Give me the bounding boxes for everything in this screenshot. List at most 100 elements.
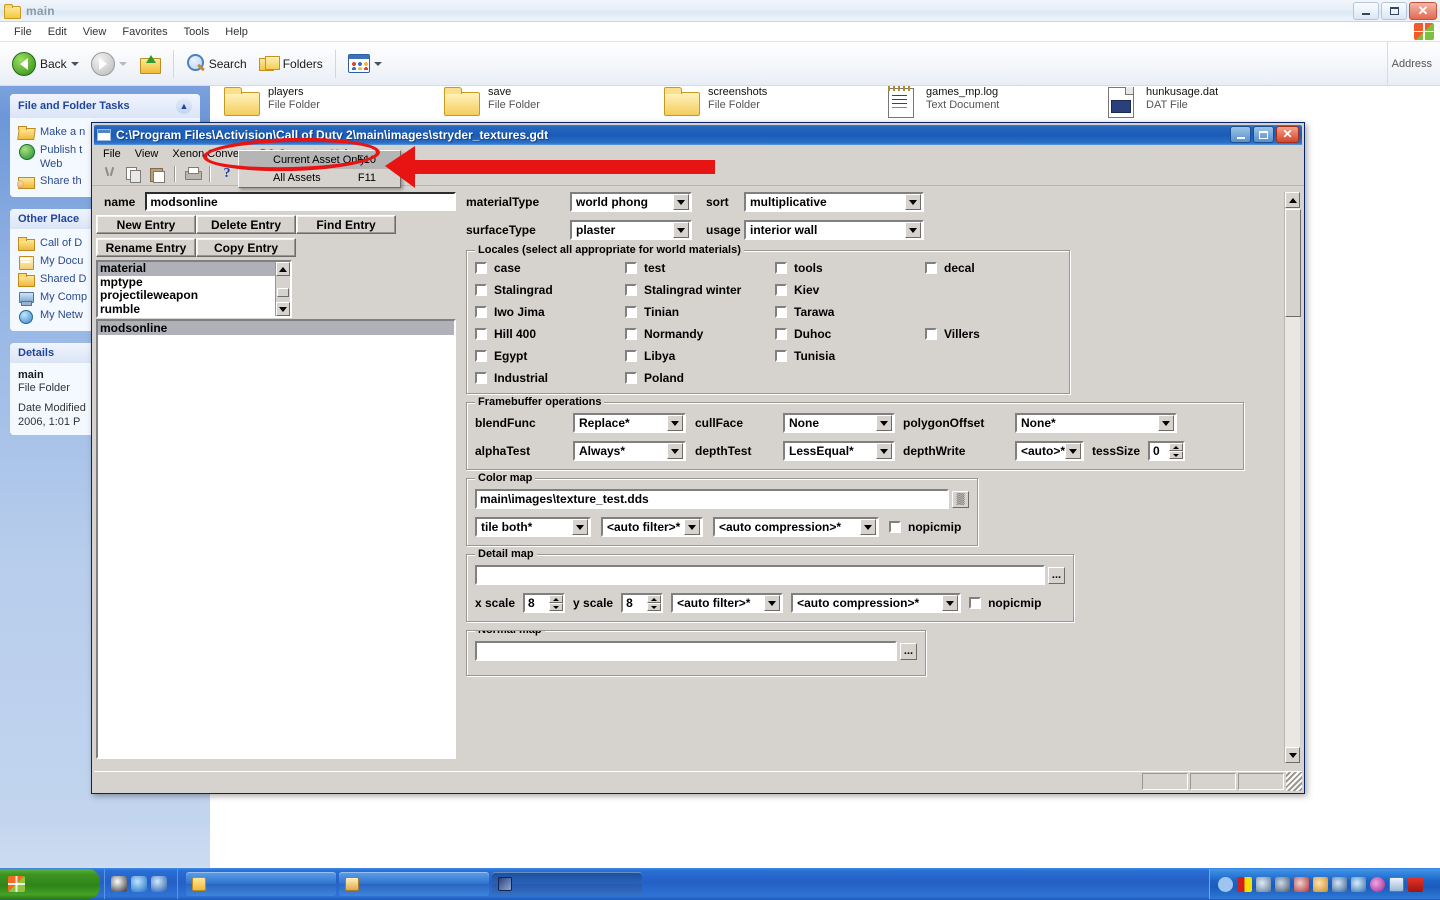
locale-checkbox-iwo-jima[interactable]: Iwo Jima xyxy=(475,305,625,319)
chevron-down-icon[interactable] xyxy=(942,595,959,611)
taskbar-button-paint[interactable] xyxy=(339,872,489,896)
locale-checkbox-tinian[interactable]: Tinian xyxy=(625,305,775,319)
spinner-down-icon[interactable] xyxy=(647,603,662,611)
locale-checkbox-decal[interactable]: decal xyxy=(925,261,1075,275)
locale-checkbox-tunisia[interactable]: Tunisia xyxy=(775,349,925,363)
scroll-down-button[interactable] xyxy=(1285,747,1300,763)
browser-icon[interactable] xyxy=(151,876,167,892)
normal-map-path-input[interactable] xyxy=(475,641,897,661)
chevron-down-icon[interactable] xyxy=(1158,415,1174,431)
color-map-path-input[interactable]: main\images\texture_test.dds xyxy=(475,489,949,509)
chevron-down-icon[interactable] xyxy=(673,194,689,210)
device-x-icon[interactable] xyxy=(1294,876,1309,892)
list-item[interactable]: projectileweapon xyxy=(98,288,290,303)
entry-type-listbox[interactable]: material mptype projectileweapon rumble xyxy=(96,260,292,318)
menu-favorites[interactable]: Favorites xyxy=(114,24,175,40)
chevron-down-icon[interactable] xyxy=(905,194,921,210)
checkbox-icon[interactable] xyxy=(625,328,637,340)
locale-checkbox-poland[interactable]: Poland xyxy=(625,371,775,385)
network-icon[interactable] xyxy=(1256,876,1271,892)
listbox-scrollbar[interactable] xyxy=(275,262,290,316)
views-button[interactable] xyxy=(342,51,388,76)
forward-dropdown-icon[interactable] xyxy=(118,61,127,66)
file-item[interactable]: screenshots File Folder xyxy=(664,86,884,118)
chevron-down-icon[interactable] xyxy=(667,415,683,431)
tesssize-spinner[interactable]: 0 xyxy=(1148,441,1185,461)
panel-header[interactable]: File and Folder Tasks ▲ xyxy=(10,94,200,118)
cullface-combo[interactable]: None xyxy=(783,413,895,433)
checkbox-icon[interactable] xyxy=(625,372,637,384)
y-scale-spinner[interactable]: 8 xyxy=(621,593,664,613)
scroll-up-button[interactable] xyxy=(276,262,290,276)
checkbox-icon[interactable] xyxy=(889,521,901,533)
spinner-down-icon[interactable] xyxy=(1169,451,1183,459)
cut-button[interactable] xyxy=(98,164,120,184)
detail-map-filter-combo[interactable]: <auto filter>* xyxy=(671,593,784,613)
depthtest-combo[interactable]: LessEqual* xyxy=(783,441,895,461)
spinner-up-icon[interactable] xyxy=(647,595,662,603)
color-map-browse-button[interactable]: ▒ xyxy=(952,490,969,508)
chevron-down-icon[interactable] xyxy=(667,443,683,459)
scroll-up-button[interactable] xyxy=(1285,192,1300,208)
locale-checkbox-tarawa[interactable]: Tarawa xyxy=(775,305,925,319)
locale-checkbox-tools[interactable]: tools xyxy=(775,261,925,275)
polygonoffset-combo[interactable]: None* xyxy=(1015,413,1177,433)
rename-entry-button[interactable]: Rename Entry xyxy=(96,238,196,257)
folders-button[interactable]: Folders xyxy=(253,52,329,75)
detail-map-browse-button[interactable]: ... xyxy=(1048,566,1065,584)
detail-map-path-input[interactable] xyxy=(475,565,1045,585)
list-item[interactable]: material xyxy=(98,262,290,276)
menu-view[interactable]: View xyxy=(75,24,115,40)
copy-button[interactable] xyxy=(122,164,144,184)
locale-checkbox-normandy[interactable]: Normandy xyxy=(625,327,775,341)
checkbox-icon[interactable] xyxy=(625,284,637,296)
materialtype-combo[interactable]: world phong xyxy=(570,192,692,212)
file-item[interactable]: hunkusage.dat DAT File xyxy=(1104,86,1324,118)
forward-button[interactable] xyxy=(85,49,133,79)
spinner-up-icon[interactable] xyxy=(1169,443,1183,451)
chevron-down-icon[interactable] xyxy=(764,595,781,611)
scrollbar-thumb[interactable] xyxy=(277,288,289,297)
x-scale-spinner[interactable]: 8 xyxy=(523,593,566,613)
menu-edit[interactable]: Edit xyxy=(40,24,75,40)
name-input[interactable]: modsonline xyxy=(145,192,456,211)
checkbox-icon[interactable] xyxy=(475,372,487,384)
sort-combo[interactable]: multiplicative xyxy=(744,192,924,212)
delete-entry-button[interactable]: Delete Entry xyxy=(196,215,296,234)
blendfunc-combo[interactable]: Replace* xyxy=(573,413,686,433)
opera-icon[interactable] xyxy=(1370,876,1385,892)
antenna-icon[interactable] xyxy=(1332,876,1347,892)
close-button[interactable]: ✕ xyxy=(1409,2,1437,20)
checkbox-icon[interactable] xyxy=(925,262,937,274)
checkbox-icon[interactable] xyxy=(925,328,937,340)
file-item[interactable]: players File Folder xyxy=(224,86,444,118)
locale-checkbox-egypt[interactable]: Egypt xyxy=(475,349,625,363)
gdt-menu-view[interactable]: View xyxy=(128,147,166,161)
scroll-down-button[interactable] xyxy=(276,302,290,316)
entry-listbox[interactable]: modsonline xyxy=(96,319,456,759)
checkbox-icon[interactable] xyxy=(475,284,487,296)
checkbox-icon[interactable] xyxy=(775,306,787,318)
zonealarm-icon[interactable] xyxy=(1237,876,1252,892)
file-item[interactable]: save File Folder xyxy=(444,86,664,118)
help-button[interactable]: ? xyxy=(216,164,238,184)
notes-icon[interactable] xyxy=(1389,876,1404,892)
minimize-button[interactable] xyxy=(1353,2,1379,20)
checkbox-icon[interactable] xyxy=(625,306,637,318)
chevron-down-icon[interactable] xyxy=(905,222,921,238)
checkbox-icon[interactable] xyxy=(475,328,487,340)
find-entry-button[interactable]: Find Entry xyxy=(296,215,396,234)
chevron-down-icon[interactable] xyxy=(876,415,892,431)
menu-file[interactable]: File xyxy=(6,24,40,40)
spinner-buttons[interactable] xyxy=(647,595,662,611)
checkbox-icon[interactable] xyxy=(775,350,787,362)
hands-icon[interactable] xyxy=(1313,876,1328,892)
chevron-up-icon[interactable]: ▲ xyxy=(176,98,192,114)
color-map-tile-combo[interactable]: tile both* xyxy=(475,517,591,537)
depthwrite-combo[interactable]: <auto>* xyxy=(1015,441,1085,461)
menu-help[interactable]: Help xyxy=(217,24,256,40)
normal-map-browse-button[interactable]: ... xyxy=(900,642,917,660)
show-desktop-icon[interactable] xyxy=(1218,876,1233,892)
gdt-close-button[interactable]: ✕ xyxy=(1276,126,1299,143)
alphatest-combo[interactable]: Always* xyxy=(573,441,686,461)
